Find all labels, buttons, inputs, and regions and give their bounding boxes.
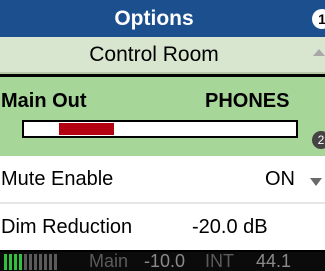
meter-bar	[19, 254, 22, 270]
status-clock: INT	[205, 251, 234, 271]
dim-reduction-row[interactable]: Dim Reduction -20.0 dB	[0, 204, 325, 250]
status-bar: Main -10.0 INT 44.1	[0, 252, 325, 271]
meter-bar	[49, 254, 52, 270]
setting-value: -20.0 dB	[192, 216, 268, 238]
meter-bar	[39, 254, 42, 270]
info-badge-icon[interactable]: 1	[312, 9, 325, 29]
level-meter-fill	[59, 123, 114, 135]
chevron-up-icon[interactable]	[313, 49, 325, 56]
meter-bar	[9, 254, 12, 270]
status-level: -10.0	[144, 251, 186, 271]
setting-name: Dim Reduction	[1, 216, 133, 238]
setting-name: Mute Enable	[1, 168, 114, 190]
main-out-label: Main Out	[1, 90, 87, 112]
meter-bar	[54, 254, 57, 270]
control-room-label: Control Room	[89, 43, 219, 66]
main-out-panel[interactable]: Main Out PHONES 2	[0, 74, 325, 159]
mute-enable-row[interactable]: Mute Enable ON	[0, 156, 325, 204]
signal-meter-icon	[4, 254, 57, 270]
meter-bar	[14, 254, 17, 270]
page-title: Options	[114, 7, 194, 30]
status-source: Main	[89, 251, 129, 271]
meter-bar	[29, 254, 32, 270]
title-bar: Options 1	[0, 0, 325, 37]
meter-bar	[24, 254, 27, 270]
setting-value: ON	[265, 168, 295, 190]
options-screen: Options 1 Control Room Main Out PHONES 2…	[0, 0, 325, 271]
knob-icon[interactable]: 2	[312, 131, 325, 149]
output-destination: PHONES	[205, 90, 290, 112]
meter-bar	[4, 254, 7, 270]
control-room-row[interactable]: Control Room	[0, 37, 325, 74]
meter-bar	[34, 254, 37, 270]
level-meter	[22, 120, 298, 138]
chevron-down-icon[interactable]	[310, 178, 322, 186]
meter-bar	[44, 254, 47, 270]
status-rate: 44.1	[256, 251, 292, 271]
